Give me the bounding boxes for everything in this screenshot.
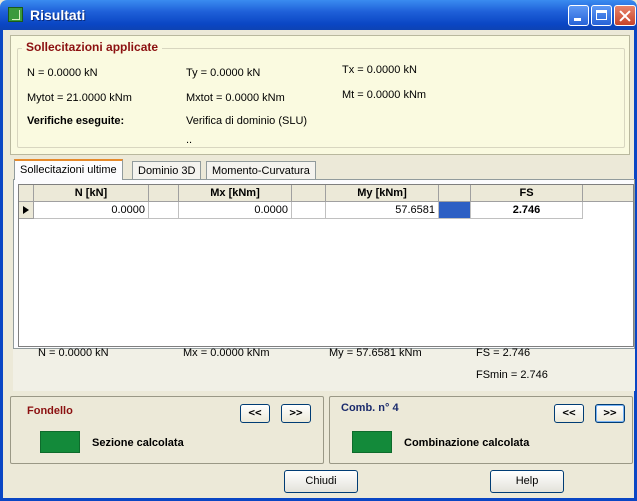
tab-momento-curvatura[interactable]: Momento-Curvatura xyxy=(206,161,316,179)
summary-my: My = 57.6581 kNm xyxy=(329,347,422,359)
title-bar[interactable]: Risultati xyxy=(0,0,637,30)
cell-spacer xyxy=(292,202,326,219)
section-next-button[interactable]: >> xyxy=(281,404,311,423)
grid-header-mx[interactable]: Mx [kNm] xyxy=(179,185,292,202)
checks-extra: .. xyxy=(186,134,193,146)
grid-header-n[interactable]: N [kN] xyxy=(34,185,149,202)
grid-header-spacer xyxy=(439,185,471,202)
minimize-button[interactable] xyxy=(568,5,589,26)
section-prev-button[interactable]: << xyxy=(240,404,270,423)
summary-fsmin: FSmin = 2.746 xyxy=(476,369,548,381)
grid-corner xyxy=(19,185,34,202)
close-button[interactable]: Chiudi xyxy=(284,470,358,493)
combination-status-indicator xyxy=(352,431,392,453)
current-row-indicator-icon xyxy=(19,202,34,219)
cell-my[interactable]: 57.6581 xyxy=(326,202,439,219)
cell-fs[interactable]: 2.746 xyxy=(471,202,583,219)
checks-value: Verifica di dominio (SLU) xyxy=(186,115,308,127)
applied-n: N = 0.0000 kN xyxy=(27,67,98,79)
summary-mx: Mx = 0.0000 kNm xyxy=(183,347,270,359)
applied-ty: Ty = 0.0000 kN xyxy=(186,67,261,79)
cell-spacer xyxy=(149,202,179,219)
tab-sollecitazioni-ultime[interactable]: Sollecitazioni ultime xyxy=(14,159,123,180)
applied-mt: Mt = 0.0000 kNm xyxy=(342,89,427,101)
summary-fs: FS = 2.746 xyxy=(476,347,531,359)
grid-header-my[interactable]: My [kNm] xyxy=(326,185,439,202)
close-window-button[interactable] xyxy=(614,5,636,26)
window-title: Risultati xyxy=(30,7,86,23)
checks-label: Verifiche eseguite: xyxy=(27,115,125,127)
combination-status-label: Combinazione calcolata xyxy=(404,437,530,449)
applied-mytot: Mytot = 21.0000 kNm xyxy=(27,92,132,104)
fs-color-swatch xyxy=(439,202,471,219)
results-grid[interactable]: N [kN] Mx [kNm] My [kNm] FS 0.0000 0.000… xyxy=(18,184,634,347)
summary-n: N = 0.0000 kN xyxy=(38,347,109,359)
section-status-label: Sezione calcolata xyxy=(92,437,184,449)
app-icon xyxy=(8,7,23,22)
section-status-indicator xyxy=(40,431,80,453)
grid-header-fs[interactable]: FS xyxy=(471,185,583,202)
applied-mxtot: Mxtot = 0.0000 kNm xyxy=(186,92,285,104)
applied-tx: Tx = 0.0000 kN xyxy=(342,64,417,76)
section-title: Fondello xyxy=(27,405,73,417)
applied-loads-legend: Sollecitazioni applicate xyxy=(22,40,163,54)
maximize-button[interactable] xyxy=(591,5,612,26)
grid-header-spacer xyxy=(292,185,326,202)
combination-next-button[interactable]: >> xyxy=(595,404,625,423)
help-button[interactable]: Help xyxy=(490,470,564,493)
grid-header-spacer xyxy=(149,185,179,202)
grid-header-filler xyxy=(583,185,633,202)
tab-dominio-3d[interactable]: Dominio 3D xyxy=(132,161,202,179)
cell-n[interactable]: 0.0000 xyxy=(34,202,149,219)
combination-title: Comb. n° 4 xyxy=(341,402,399,414)
cell-mx[interactable]: 0.0000 xyxy=(179,202,292,219)
combination-prev-button[interactable]: << xyxy=(554,404,584,423)
